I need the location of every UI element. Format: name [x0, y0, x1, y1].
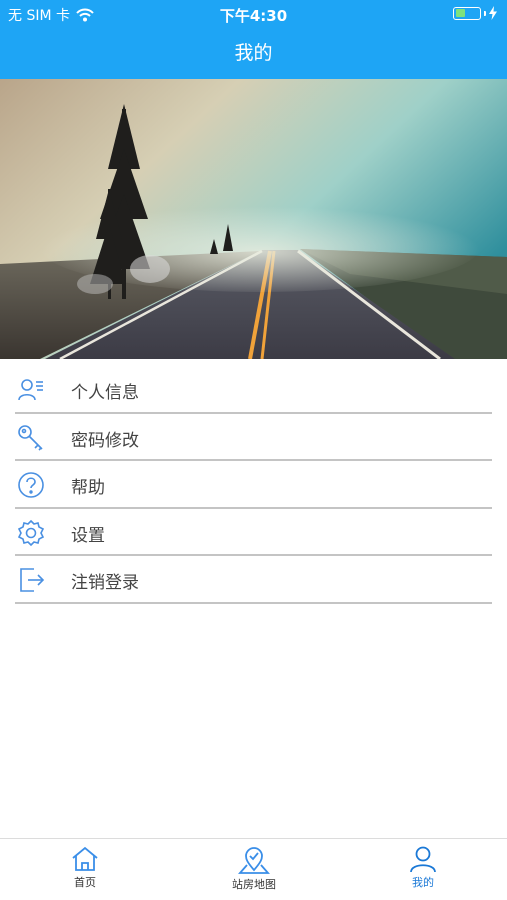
menu-item-help[interactable]: 帮助	[0, 461, 507, 509]
tab-station-map[interactable]: 站房地图	[194, 845, 314, 892]
banner-image	[0, 79, 507, 359]
key-icon	[18, 424, 43, 451]
person-icon	[410, 846, 436, 873]
help-circle-icon	[18, 472, 44, 498]
logout-icon	[20, 568, 45, 593]
user-list-icon	[18, 379, 43, 401]
battery-indicator	[453, 6, 497, 20]
status-time: 下午4:30	[219, 7, 288, 25]
menu-item-logout[interactable]: 注销登录	[0, 556, 507, 604]
menu-label-logout: 注销登录	[71, 573, 139, 594]
menu-label-profile: 个人信息	[71, 383, 139, 403]
charging-bolt-icon	[489, 6, 497, 20]
tab-label-mine: 我的	[412, 876, 434, 889]
status-bar: 无 SIM 卡 下午4:30	[0, 0, 507, 28]
settings-menu: 个人信息 密码修改 帮助 设置 注销登录	[0, 366, 507, 604]
battery-icon	[453, 6, 481, 20]
page-title: 我的	[234, 42, 273, 64]
bottom-tab-bar: 首页 站房地图 我的	[0, 838, 507, 900]
menu-item-profile[interactable]: 个人信息	[0, 366, 507, 414]
map-pin-icon	[238, 847, 270, 874]
home-icon	[72, 846, 98, 871]
menu-item-change-password[interactable]: 密码修改	[0, 414, 507, 462]
tab-home[interactable]: 首页	[25, 845, 145, 890]
menu-label-change-password: 密码修改	[71, 430, 139, 451]
menu-label-help: 帮助	[71, 478, 105, 499]
menu-label-settings: 设置	[71, 525, 105, 546]
tab-mine[interactable]: 我的	[363, 845, 483, 890]
gear-icon	[17, 519, 45, 546]
top-bar: 无 SIM 卡 下午4:30 我的	[0, 0, 507, 79]
tab-label-station-map: 站房地图	[232, 878, 276, 891]
menu-item-settings[interactable]: 设置	[0, 509, 507, 557]
tab-label-home: 首页	[74, 876, 96, 889]
